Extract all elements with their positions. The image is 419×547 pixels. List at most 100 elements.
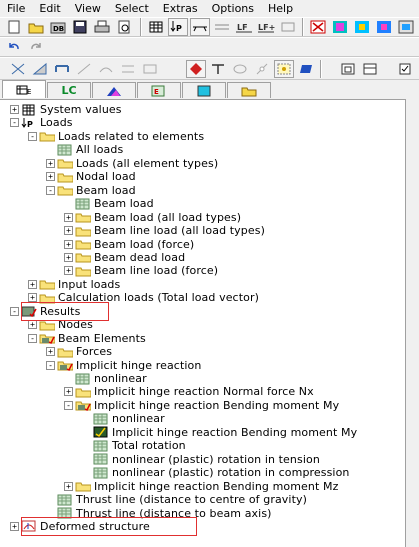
window-icon[interactable]: [338, 60, 358, 78]
tree-item[interactable]: All loads: [46, 143, 123, 156]
tree-item[interactable]: + Implicit hinge reaction Normal force Nx: [64, 385, 314, 398]
lf-plus-icon[interactable]: LF+: [256, 18, 276, 36]
tree-item[interactable]: + Beam dead load: [64, 251, 185, 264]
menu-help[interactable]: Help: [261, 0, 300, 17]
close-red-icon[interactable]: [308, 18, 328, 36]
expand-icon[interactable]: +: [28, 279, 37, 289]
menu-options[interactable]: Options: [205, 0, 261, 17]
beam-profile-icon[interactable]: [52, 60, 72, 78]
collapse-icon[interactable]: -: [28, 333, 37, 343]
menu-extras[interactable]: Extras: [156, 0, 205, 17]
tree-item[interactable]: nonlinear: [82, 412, 165, 425]
print-icon[interactable]: [92, 18, 112, 36]
tree-item[interactable]: + System values: [10, 103, 122, 116]
collapse-icon[interactable]: -: [10, 306, 19, 316]
beam-support-icon[interactable]: [190, 18, 210, 36]
star-node-icon[interactable]: [274, 60, 294, 78]
tab-structure[interactable]: E: [2, 80, 46, 98]
menu-view[interactable]: View: [68, 0, 108, 17]
checkbox-icon[interactable]: [396, 60, 416, 78]
tab-display[interactable]: [182, 82, 226, 98]
expand-icon[interactable]: +: [10, 105, 19, 114]
tree-item[interactable]: nonlinear (plastic) rotation in compress…: [82, 466, 350, 479]
t-support-icon[interactable]: [208, 60, 228, 78]
ellipse-icon[interactable]: [230, 60, 250, 78]
expand-icon[interactable]: +: [64, 226, 73, 236]
open-folder-icon[interactable]: [26, 18, 46, 36]
svg-text:E: E: [154, 88, 159, 96]
expand-icon[interactable]: +: [46, 158, 55, 168]
tree-item[interactable]: nonlinear: [64, 372, 147, 385]
expand-icon[interactable]: +: [64, 266, 73, 276]
new-file-icon[interactable]: [4, 18, 24, 36]
expand-icon[interactable]: +: [64, 387, 73, 397]
parallelogram-icon[interactable]: [296, 60, 316, 78]
print-preview-icon[interactable]: [114, 18, 134, 36]
save-icon[interactable]: [70, 18, 90, 36]
color-map-icon[interactable]: [330, 18, 350, 36]
tab-material[interactable]: [92, 82, 136, 98]
arc-icon[interactable]: [96, 60, 116, 78]
tree-item[interactable]: nonlinear (plastic) rotation in tension: [82, 453, 320, 466]
tree-item[interactable]: + Implicit hinge reaction Bending moment …: [64, 480, 338, 493]
expand-icon[interactable]: +: [64, 252, 73, 262]
color-grid-icon[interactable]: [352, 18, 372, 36]
tree-item[interactable]: Thrust line (distance to centre of gravi…: [46, 493, 307, 506]
wedge-icon[interactable]: [30, 60, 50, 78]
rail-icon[interactable]: [140, 60, 160, 78]
tree-item[interactable]: - Beam Elements: [28, 332, 146, 345]
tree-item[interactable]: - Beam load: [46, 184, 136, 197]
collapse-icon[interactable]: -: [10, 118, 19, 128]
menu-edit[interactable]: Edit: [32, 0, 67, 17]
collapse-icon[interactable]: -: [64, 400, 73, 410]
window-split-icon[interactable]: [360, 60, 380, 78]
table-icon[interactable]: [146, 18, 166, 36]
tree-item[interactable]: + Loads (all element types): [46, 157, 218, 170]
tree-item[interactable]: + Forces: [46, 345, 112, 358]
tree-item[interactable]: + Beam load (all load types): [64, 211, 241, 224]
menu-file[interactable]: File: [0, 0, 32, 17]
color-shade-icon[interactable]: [374, 18, 394, 36]
tree-item[interactable]: + Beam line load (all load types): [64, 224, 265, 237]
expand-icon[interactable]: +: [28, 320, 37, 330]
hinge-icon[interactable]: [252, 60, 272, 78]
tree-item[interactable]: - Implicit hinge reaction: [46, 359, 201, 372]
expand-icon[interactable]: +: [46, 347, 55, 357]
expand-icon[interactable]: +: [10, 521, 19, 531]
tab-folder[interactable]: [227, 82, 271, 98]
tree-item[interactable]: - Loads related to elements: [28, 130, 204, 143]
tree-item[interactable]: Beam load: [64, 197, 154, 210]
svg-text:P: P: [27, 120, 33, 129]
tree-item[interactable]: + Beam line load (force): [64, 264, 218, 277]
tree-item[interactable]: - P Loads: [10, 116, 73, 129]
collapse-icon[interactable]: -: [28, 131, 37, 141]
color-view-icon[interactable]: [396, 18, 416, 36]
beam-lines-icon[interactable]: [212, 18, 232, 36]
expand-icon[interactable]: +: [64, 212, 73, 222]
spring-icon[interactable]: [118, 60, 138, 78]
diagonal-line-icon[interactable]: [74, 60, 94, 78]
lf-icon[interactable]: LF: [234, 18, 254, 36]
undo-icon[interactable]: [4, 38, 24, 56]
tree-item[interactable]: + Nodal load: [46, 170, 136, 183]
redo-icon[interactable]: [26, 38, 46, 56]
red-diamond-icon[interactable]: [186, 60, 206, 78]
database-icon[interactable]: DB: [48, 18, 68, 36]
tab-lc[interactable]: LC: [47, 82, 91, 98]
tree-item[interactable]: + Input loads: [28, 278, 120, 291]
vertical-scrollbar[interactable]: [406, 80, 419, 547]
tab-results[interactable]: E: [137, 82, 181, 98]
tree-item[interactable]: - Implicit hinge reaction Bending moment …: [64, 399, 339, 412]
collapse-icon[interactable]: -: [46, 360, 55, 370]
expand-icon[interactable]: +: [46, 172, 55, 182]
tree-item[interactable]: Total rotation: [82, 439, 186, 452]
tree-item[interactable]: + Beam load (force): [64, 238, 194, 251]
cross-select-icon[interactable]: [8, 60, 28, 78]
expand-icon[interactable]: +: [64, 481, 73, 491]
frame-icon[interactable]: [278, 18, 298, 36]
collapse-icon[interactable]: -: [46, 185, 55, 195]
menu-select[interactable]: Select: [108, 0, 156, 17]
load-arrow-icon[interactable]: P: [168, 18, 188, 36]
expand-icon[interactable]: +: [64, 239, 73, 249]
tree-item[interactable]: Implicit hinge reaction Bending moment M…: [82, 426, 357, 439]
